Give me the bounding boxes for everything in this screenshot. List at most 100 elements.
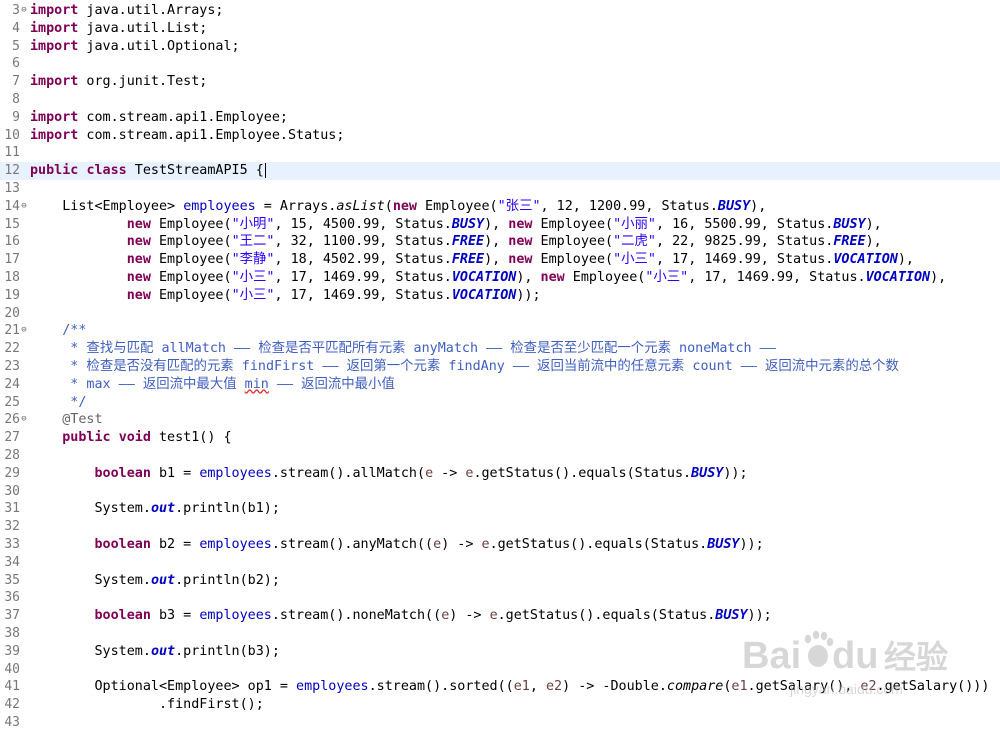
code-line[interactable]: 36 <box>0 589 1000 607</box>
line-number: 37 <box>4 608 20 624</box>
code-line[interactable]: 20 <box>0 305 1000 323</box>
code-line[interactable]: 24 * max —— 返回流中最大值 min —— 返回流中最小值 <box>0 376 1000 394</box>
code-text[interactable]: * max —— 返回流中最大值 min —— 返回流中最小值 <box>30 376 395 394</box>
code-text[interactable]: * 检查是否没有匹配的元素 findFirst —— 返回第一个元素 findA… <box>30 358 899 376</box>
code-line[interactable]: 43 <box>0 714 1000 732</box>
code-text[interactable]: System.out.println(b1); <box>30 500 279 518</box>
code-text[interactable]: boolean b1 = employees.stream().allMatch… <box>30 465 748 483</box>
code-text[interactable]: new Employee("小明", 15, 4500.99, Status.B… <box>30 216 882 234</box>
code-line[interactable]: 40 <box>0 661 1000 679</box>
code-line[interactable]: 34 <box>0 554 1000 572</box>
code-line[interactable]: 11 <box>0 144 1000 162</box>
code-line[interactable]: 26 ⊖ @Test <box>0 411 1000 429</box>
code-line[interactable]: 10 import com.stream.api1.Employee.Status… <box>0 127 1000 145</box>
code-token: ), <box>897 252 914 268</box>
line-number: 35 <box>4 572 20 588</box>
code-text[interactable]: public void test1() { <box>30 429 231 447</box>
line-number: 25 <box>4 394 20 410</box>
code-line[interactable]: 25 */ <box>0 394 1000 412</box>
code-line[interactable]: 32 <box>0 518 1000 536</box>
line-number: 30 <box>4 483 20 499</box>
code-line[interactable]: 42 .findFirst(); <box>0 696 1000 714</box>
code-line[interactable]: 29 boolean b1 = employees.stream().allMa… <box>0 465 1000 483</box>
code-line[interactable]: 6 <box>0 55 1000 73</box>
code-token: * 检查是否没有匹配的元素 findFirst —— 返回第一个元素 findA… <box>30 359 899 374</box>
code-line[interactable]: 18 new Employee("小三", 17, 1469.99, Statu… <box>0 269 1000 287</box>
code-line[interactable]: 13 <box>0 180 1000 198</box>
line-number: 6 <box>12 56 20 72</box>
code-text[interactable]: import java.util.List; <box>30 20 207 38</box>
fold-toggle-icon[interactable]: ⊖ <box>19 2 29 20</box>
code-line[interactable]: 28 <box>0 447 1000 465</box>
code-text[interactable]: new Employee("李静", 18, 4502.99, Status.F… <box>30 251 914 269</box>
code-text[interactable]: import java.util.Arrays; <box>30 2 224 20</box>
code-line[interactable]: 22 * 查找与匹配 allMatch —— 检查是否平匹配所有元素 anyMa… <box>0 340 1000 358</box>
code-token: "王二" <box>231 234 275 250</box>
code-text[interactable]: boolean b2 = employees.stream().anyMatch… <box>30 536 764 554</box>
code-text[interactable]: @Test <box>30 411 102 429</box>
code-token: import <box>30 3 79 18</box>
code-line[interactable]: 8 <box>0 91 1000 109</box>
code-line[interactable]: 38 <box>0 625 1000 643</box>
code-text[interactable]: .findFirst(); <box>30 696 264 714</box>
code-text[interactable]: new Employee("王二", 32, 1100.99, Status.F… <box>30 233 882 251</box>
code-line[interactable]: 15 new Employee("小明", 15, 4500.99, Statu… <box>0 216 1000 234</box>
code-token: import <box>30 38 79 54</box>
code-token: Employee( <box>150 270 232 285</box>
code-text[interactable]: import com.stream.api1.Employee; <box>30 109 288 127</box>
code-text[interactable]: * 查找与匹配 allMatch —— 检查是否平匹配所有元素 anyMatch… <box>30 340 775 358</box>
code-text[interactable]: import java.util.Optional; <box>30 38 240 56</box>
code-line[interactable]: 31 System.out.println(b1); <box>0 500 1000 518</box>
code-line[interactable]: 19 new Employee("小三", 17, 1469.99, Statu… <box>0 287 1000 305</box>
code-text[interactable]: Optional<Employee> op1 = employees.strea… <box>30 678 989 696</box>
code-line[interactable]: 9 import com.stream.api1.Employee; <box>0 109 1000 127</box>
code-line[interactable]: 27 public void test1() { <box>0 429 1000 447</box>
code-line[interactable]: 37 boolean b3 = employees.stream().noneM… <box>0 607 1000 625</box>
line-number: 32 <box>4 519 20 535</box>
code-token: ), <box>865 216 882 232</box>
code-line[interactable]: 21 ⊖ /** <box>0 322 1000 340</box>
code-line[interactable]: 5 import java.util.Optional; <box>0 38 1000 56</box>
code-text[interactable]: new Employee("小三", 17, 1469.99, Status.V… <box>30 287 541 305</box>
code-line[interactable]: 14 ⊖ List<Employee> employees = Arrays.as… <box>0 198 1000 216</box>
code-token: ), <box>750 198 767 214</box>
code-line[interactable]: 16 new Employee("王二", 32, 1100.99, Statu… <box>0 233 1000 251</box>
code-text[interactable]: import com.stream.api1.Employee.Status; <box>30 127 344 145</box>
code-line[interactable]: 3 ⊖ import java.util.Arrays; <box>0 2 1000 20</box>
code-token: BUSY <box>707 537 740 552</box>
code-token: BUSY <box>717 198 751 214</box>
code-line[interactable]: 7 import org.junit.Test; <box>0 73 1000 91</box>
fold-toggle-icon[interactable]: ⊖ <box>19 322 29 340</box>
code-line[interactable]: 23 * 检查是否没有匹配的元素 findFirst —— 返回第一个元素 fi… <box>0 358 1000 376</box>
code-token: , 22, 9825.99, Status. <box>656 234 834 250</box>
code-line[interactable]: 41 Optional<Employee> op1 = employees.st… <box>0 678 1000 696</box>
code-text[interactable]: System.out.println(b3); <box>30 643 279 661</box>
code-token: , 15, 4500.99, Status. <box>274 216 452 232</box>
code-text[interactable]: */ <box>30 394 86 412</box>
code-text[interactable]: new Employee("小三", 17, 1469.99, Status.V… <box>30 269 947 287</box>
code-token: ), <box>865 234 882 250</box>
code-text[interactable]: boolean b3 = employees.stream().noneMatc… <box>30 607 772 625</box>
code-line[interactable]: 12 public class TestStreamAPI5 { <box>0 162 1000 180</box>
code-line[interactable]: 39 System.out.println(b3); <box>0 643 1000 661</box>
code-token: new <box>540 270 565 285</box>
code-token: FREE <box>451 252 485 268</box>
code-text[interactable]: System.out.println(b2); <box>30 572 279 590</box>
code-text[interactable]: import org.junit.Test; <box>30 73 207 91</box>
code-line[interactable]: 4 import java.util.List; <box>0 20 1000 38</box>
code-token: Employee( <box>150 216 232 232</box>
code-text[interactable]: List<Employee> employees = Arrays.asList… <box>30 198 766 216</box>
code-line[interactable]: 35 System.out.println(b2); <box>0 572 1000 590</box>
code-editor[interactable]: 3 ⊖ import java.util.Arrays; 4 import java.u… <box>0 0 1000 731</box>
code-text[interactable]: /** <box>30 322 86 340</box>
code-text[interactable]: public class TestStreamAPI5 { <box>30 162 266 180</box>
code-line[interactable]: 33 boolean b2 = employees.stream().anyMa… <box>0 536 1000 554</box>
code-line[interactable]: 30 <box>0 483 1000 501</box>
fold-toggle-icon[interactable]: ⊖ <box>19 198 29 216</box>
fold-toggle-icon[interactable]: ⊖ <box>19 411 29 429</box>
line-number: 31 <box>4 501 20 517</box>
code-line[interactable]: 17 new Employee("李静", 18, 4502.99, Statu… <box>0 251 1000 269</box>
line-number: 40 <box>4 661 20 677</box>
